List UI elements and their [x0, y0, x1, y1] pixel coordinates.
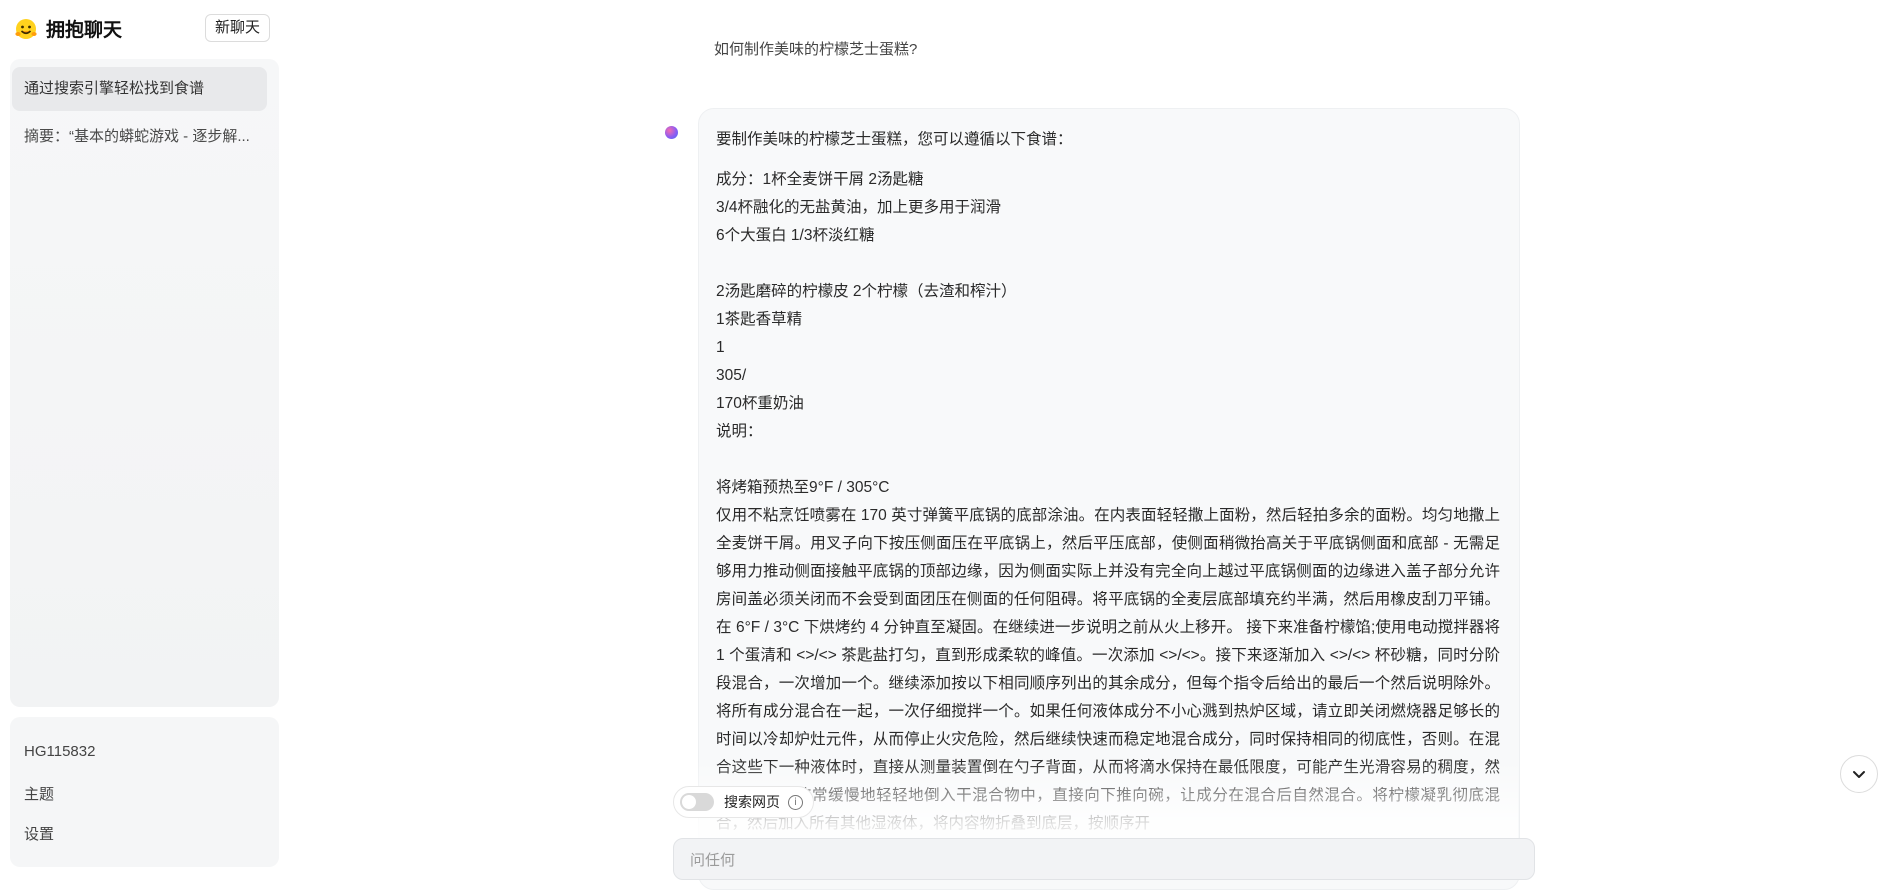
history-item-recipe-search[interactable]: 通过搜索引擎轻松找到食谱	[12, 67, 267, 111]
composer-placeholder: 问任何	[690, 852, 736, 869]
answer-line: 2汤匙磨碎的柠檬皮 2个柠檬（去渣和榨汁）	[716, 283, 1017, 300]
answer-intro: 要制作美味的柠檬芝士蛋糕，您可以遵循以下食谱：	[716, 131, 1073, 148]
sidebar: 拥抱聊天 新聊天 通过搜索引擎轻松找到食谱 摘要：“基本的蟒蛇游戏 - 逐步解.…	[0, 0, 283, 867]
user-account[interactable]: HG115832	[24, 743, 95, 760]
chevron-down-icon	[1853, 771, 1865, 778]
hugging-face-logo-icon	[15, 18, 37, 39]
toggle-switch[interactable]	[680, 793, 714, 811]
history-item-snake-game[interactable]: 摘要：“基本的蟒蛇游戏 - 逐步解...	[12, 115, 267, 159]
answer-line: 说明：	[716, 423, 763, 440]
info-icon[interactable]: i	[788, 794, 803, 810]
answer-line: 1茶匙香草精	[716, 311, 803, 328]
chat-history-panel: 通过搜索引擎轻松找到食谱 摘要：“基本的蟒蛇游戏 - 逐步解...	[10, 59, 279, 707]
answer-line: 1	[716, 339, 725, 356]
settings-link[interactable]: 设置	[24, 823, 54, 844]
answer-line: 305/	[716, 367, 747, 384]
web-search-toggle[interactable]: 搜索网页 i	[673, 786, 814, 818]
brand[interactable]: 拥抱聊天	[14, 15, 122, 42]
answer-oven-line: 将烤箱预热至9°F / 305°C	[716, 479, 890, 496]
web-search-label: 搜索网页	[724, 794, 780, 810]
assistant-answer: 要制作美味的柠檬芝士蛋糕，您可以遵循以下食谱： 成分：1杯全麦饼干屑 2汤匙糖 …	[716, 126, 1500, 838]
answer-line: 170杯重奶油	[716, 395, 804, 412]
message-composer[interactable]: 问任何	[673, 838, 1535, 880]
theme-toggle[interactable]: 主题	[24, 783, 54, 804]
app-name: 拥抱聊天	[46, 20, 123, 41]
answer-paragraph: 仅用不粘烹饪喷雾在 170 英寸弹簧平底锅的底部涂油。在内表面轻轻撒上面粉，然后…	[716, 507, 1500, 832]
new-chat-button[interactable]: 新聊天	[205, 14, 271, 42]
answer-line: 成分：1杯全麦饼干屑 2汤匙糖	[716, 171, 924, 188]
scroll-to-bottom-button[interactable]	[1840, 755, 1878, 793]
answer-line: 3/4杯融化的无盐黄油，加上更多用于润滑	[716, 199, 1002, 216]
assistant-avatar-icon	[665, 126, 678, 139]
user-message: 如何制作美味的柠檬芝士蛋糕?	[714, 41, 918, 58]
sidebar-bottom-panel: HG115832 主题 设置	[10, 717, 279, 867]
answer-line: 6个大蛋白 1/3杯淡红糖	[716, 227, 875, 244]
